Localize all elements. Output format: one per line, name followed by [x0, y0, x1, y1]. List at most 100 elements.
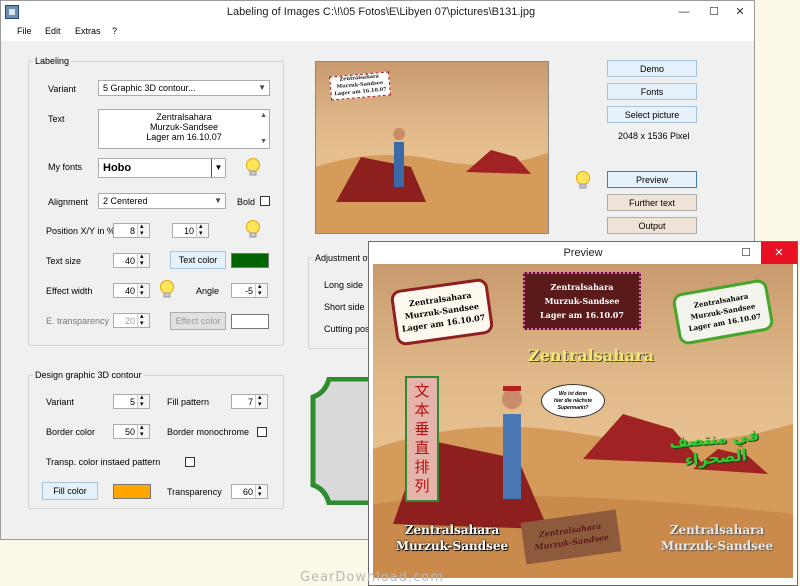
preview-button[interactable]: Preview — [607, 171, 697, 188]
bottom-line: Zentralsahara — [669, 523, 765, 537]
bordermono-checkbox[interactable] — [257, 427, 267, 437]
menu-file[interactable]: File — [17, 26, 32, 36]
lightbulb-icon[interactable] — [245, 219, 261, 241]
fillpattern-stepper[interactable]: 7 — [231, 393, 268, 409]
bold-checkbox[interactable] — [260, 196, 270, 206]
further-text-button[interactable]: Further text — [607, 194, 697, 211]
cjk-char: 列 — [414, 477, 430, 495]
text-color-swatch — [231, 253, 269, 268]
speech-bubble: Wo ist denn hier die nächste Supermarkt? — [541, 384, 605, 418]
fill-color-button[interactable]: Fill color — [42, 482, 98, 500]
close-icon[interactable]: ✕ — [725, 1, 755, 23]
design-transparency-stepper[interactable]: 60 — [231, 483, 268, 499]
preview-image: Zentralsahara Murzuk-Sandsee Lager am 16… — [373, 264, 793, 578]
bottom-right-label: Zentralsahara Murzuk-Sandsee — [647, 522, 787, 554]
variant-label: Variant — [48, 84, 76, 94]
pos-y-value: 10 — [183, 226, 194, 236]
menu-edit[interactable]: Edit — [45, 26, 61, 36]
textsize-stepper[interactable]: 40 — [113, 252, 150, 268]
pos-x-stepper[interactable]: 8 — [113, 222, 150, 238]
spin-icon[interactable] — [196, 222, 208, 237]
lightbulb-icon[interactable] — [159, 279, 175, 301]
text-line: Lager am 16.10.07 — [146, 132, 222, 142]
myfonts-label: My fonts — [48, 162, 83, 172]
effect-color-button[interactable]: Effect color — [170, 312, 226, 330]
bottom-line: Zentralsahara — [404, 523, 500, 537]
pixel-info: 2048 x 1536 Pixel — [618, 131, 690, 141]
fonts-button[interactable]: Fonts — [607, 83, 697, 100]
spin-icon[interactable] — [255, 483, 267, 498]
menu-extras[interactable]: Extras — [75, 26, 101, 36]
design-group-label: Design graphic 3D contour — [33, 370, 144, 380]
lightbulb-icon[interactable] — [575, 170, 591, 192]
plaque-line: Murzuk-Sandsee — [544, 296, 620, 306]
menubar: File Edit Extras ? — [1, 23, 754, 41]
maximize-icon[interactable]: ☐ — [731, 242, 761, 264]
font-dropdown[interactable]: Hobo ▼ — [98, 158, 226, 178]
fillpattern-value: 7 — [247, 397, 253, 407]
alignment-dropdown[interactable]: 2 Centered ▼ — [98, 193, 226, 209]
fillpattern-label: Fill pattern — [167, 397, 210, 407]
app-icon — [5, 5, 19, 19]
lightbulb-icon[interactable] — [245, 157, 261, 179]
spin-icon[interactable] — [137, 423, 149, 438]
transparency-stepper[interactable]: 20 — [113, 312, 150, 328]
variant-dropdown[interactable]: 5 Graphic 3D contour... ▼ — [98, 80, 270, 96]
cjk-char: 垂 — [414, 420, 430, 438]
close-icon[interactable]: ✕ — [761, 242, 797, 264]
transp-checkbox[interactable] — [185, 457, 195, 467]
plaque-line: Zentralsahara — [550, 282, 614, 292]
bubble-line: hier die nächste — [553, 398, 593, 404]
bottom-line: Murzuk-Sandsee — [395, 539, 509, 553]
spin-icon[interactable] — [137, 282, 149, 297]
text-line: Zentralsahara — [156, 112, 212, 122]
design-variant-label: Variant — [46, 397, 74, 407]
cjk-char: 文 — [414, 382, 430, 400]
angle-label: Angle — [196, 286, 220, 296]
design-variant-stepper[interactable]: 5 — [113, 393, 150, 409]
cjk-char: 直 — [414, 439, 430, 457]
effectwidth-stepper[interactable]: 40 — [113, 282, 150, 298]
alignment-value: 2 Centered — [103, 196, 148, 206]
labeling-group-label: Labeling — [33, 56, 72, 66]
spin-icon[interactable] — [255, 393, 267, 408]
variant-value: 5 Graphic 3D contour... — [103, 83, 196, 93]
spin-icon[interactable] — [255, 282, 267, 297]
main-titlebar[interactable]: Labeling of Images C:\!\05 Fotos\E\Libye… — [1, 1, 754, 23]
scroll-up-icon[interactable]: ▲ — [260, 111, 267, 121]
output-button[interactable]: Output — [607, 217, 697, 234]
angle-stepper[interactable]: -5 — [231, 282, 268, 298]
alignment-label: Alignment — [48, 197, 89, 207]
text-color-button[interactable]: Text color — [170, 251, 226, 269]
angle-value: -5 — [244, 286, 253, 296]
menu-help[interactable]: ? — [112, 26, 117, 36]
text-line: Murzuk-Sandsee — [149, 122, 219, 132]
scroll-down-icon[interactable]: ▼ — [260, 137, 267, 147]
bubble-line: Supermarkt? — [557, 405, 589, 411]
pos-y-stepper[interactable]: 10 — [172, 222, 209, 238]
plaque-dark: Zentralsahara Murzuk-Sandsee Lager am 16… — [523, 272, 641, 330]
pos-x-value: 8 — [129, 226, 135, 236]
position-label: Position X/Y in % — [46, 226, 115, 236]
preview-window: Preview ☐ ✕ Zentralsahara Murzuk-Sandsee… — [368, 241, 798, 586]
cjk-char: 排 — [414, 458, 430, 476]
bordercolor-label: Border color — [46, 427, 96, 437]
spin-icon[interactable] — [137, 222, 149, 237]
effectwidth-value: 40 — [124, 286, 135, 296]
chevron-down-icon: ▼ — [258, 83, 266, 92]
select-picture-button[interactable]: Select picture — [607, 106, 697, 123]
spin-icon[interactable] — [137, 252, 149, 267]
cjk-char: 本 — [414, 401, 430, 419]
demo-button[interactable]: Demo — [607, 60, 697, 77]
cutting-label: Cutting posi — [324, 324, 372, 334]
chevron-down-icon: ▼ — [214, 196, 222, 205]
fill-color-swatch — [113, 484, 151, 499]
text-label: Text — [48, 114, 65, 124]
text-area[interactable]: Zentralsahara Murzuk-Sandsee Lager am 16… — [98, 109, 270, 149]
design-variant-value: 5 — [129, 397, 135, 407]
spin-icon[interactable] — [137, 312, 149, 327]
bordercolor-stepper[interactable]: 50 — [113, 423, 150, 439]
spin-icon[interactable] — [137, 393, 149, 408]
minimize-icon[interactable]: — — [669, 1, 699, 23]
preview-titlebar[interactable]: Preview ☐ ✕ — [369, 242, 797, 264]
